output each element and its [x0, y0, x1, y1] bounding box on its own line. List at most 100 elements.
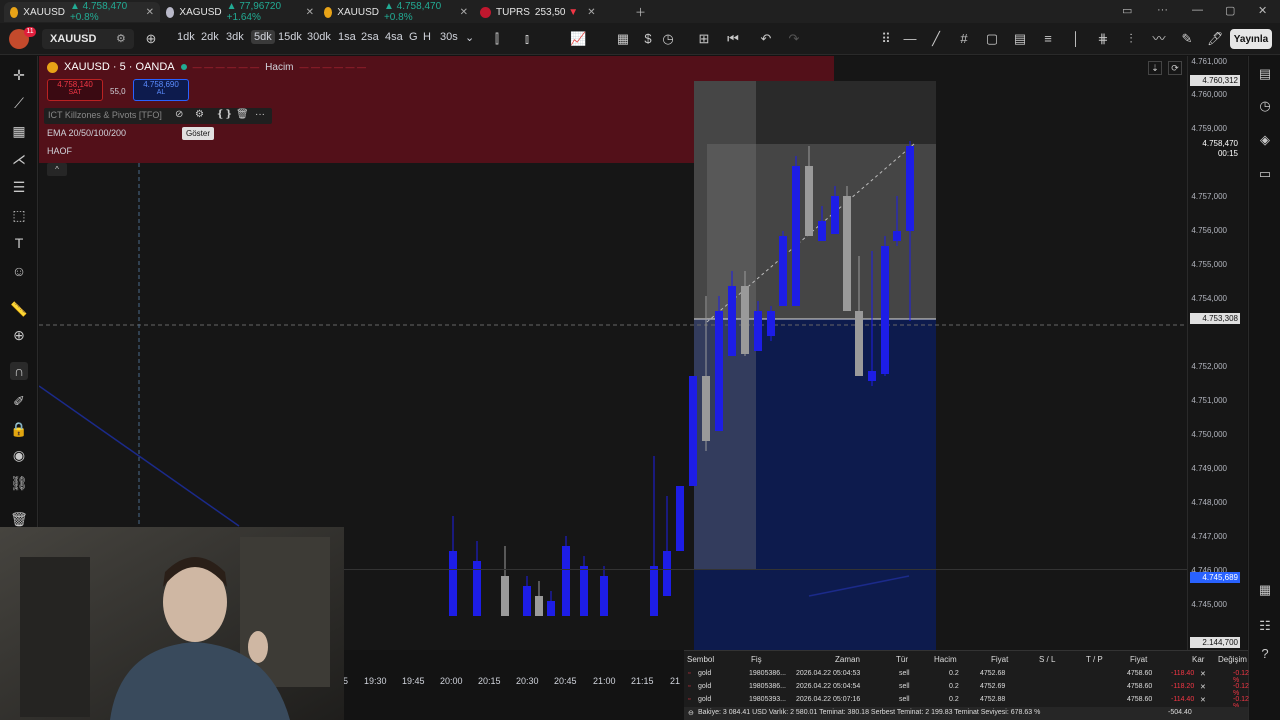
pitchfork-icon[interactable]: ⫶	[1123, 31, 1139, 47]
trash-icon[interactable]: 🗑	[236, 109, 249, 120]
publish-button[interactable]: Yayınla	[1230, 29, 1272, 49]
redo-icon[interactable]: ↷	[786, 31, 802, 47]
close-position-icon[interactable]: ✕	[1200, 683, 1206, 691]
replay-icon[interactable]: ⏮	[725, 31, 741, 47]
column-header[interactable]: Zaman	[835, 655, 860, 664]
zoom-icon[interactable]: ⊕	[10, 326, 28, 344]
source-code-icon[interactable]: ❴❵	[216, 109, 233, 120]
crosshair-icon[interactable]: ✛	[10, 66, 28, 84]
buy-button[interactable]: 4.758,690 AL	[133, 79, 189, 101]
watchlist-icon[interactable]: ▤	[1257, 66, 1273, 82]
pen-icon[interactable]: 🖊	[1207, 31, 1224, 47]
fib-retracement-icon[interactable]: ☰	[10, 178, 28, 196]
indicators-icon[interactable]: 📈	[570, 31, 586, 47]
layout-grid-icon[interactable]: ▦	[615, 31, 631, 47]
column-header[interactable]: Hacim	[934, 655, 957, 664]
line-tool-icon[interactable]: ⟋	[10, 94, 28, 112]
indicator-haof[interactable]: HAOF	[47, 146, 72, 156]
chevron-down-icon[interactable]: ⌄	[465, 31, 474, 44]
trash-icon[interactable]: 🗑	[10, 510, 28, 528]
interval-G[interactable]: G	[409, 31, 418, 43]
table-row[interactable]: ▫ gold 19805386... 2026.04.22 05:04:53 sell 0…	[684, 669, 1249, 684]
column-header[interactable]: Fiyat	[1130, 655, 1147, 664]
column-header[interactable]: Kar	[1192, 655, 1204, 664]
fib-tool-icon[interactable]: ≡	[1040, 31, 1056, 47]
add-symbol-icon[interactable]: ⊕	[143, 31, 159, 47]
close-position-icon[interactable]: ✕	[1200, 670, 1206, 678]
column-header[interactable]: Fiyat	[991, 655, 1008, 664]
notes-icon[interactable]: ☷	[1257, 618, 1273, 634]
legend-title[interactable]: XAUUSD · 5 · OANDA	[64, 61, 175, 73]
collapse-legend-button[interactable]: ^	[47, 163, 67, 176]
undo-icon[interactable]: ↶	[758, 31, 774, 47]
emoji-icon[interactable]: ☺	[10, 262, 28, 280]
vertical-line-icon[interactable]: │	[1068, 31, 1084, 47]
lock-icon[interactable]: 🔒	[10, 420, 28, 438]
scroll-down-icon[interactable]: ⇣	[1148, 61, 1162, 75]
clock-icon[interactable]: ◷	[660, 31, 676, 47]
column-header[interactable]: Tür	[896, 655, 908, 664]
table-tool-icon[interactable]: ▤	[1012, 31, 1028, 47]
bar-style-icon[interactable]: ⫾	[519, 31, 535, 47]
maximize-icon[interactable]: ▢	[1225, 4, 1235, 17]
grid-icon[interactable]: ▦	[10, 122, 28, 140]
interval-30dk[interactable]: 30dk	[307, 31, 331, 43]
magnet-icon[interactable]: ∩	[10, 362, 28, 380]
column-header[interactable]: Sembol	[687, 655, 714, 664]
grid-tool-icon[interactable]: #	[956, 31, 972, 47]
alert-icon[interactable]: ⊞	[696, 31, 712, 47]
more-icon[interactable]: ···	[255, 109, 265, 120]
interval-1dk[interactable]: 1dk	[177, 31, 195, 43]
interval-2sa[interactable]: 2sa	[361, 31, 379, 43]
tab-tuprs[interactable]: TUPRS 253,50 ▼ ✕	[474, 2, 630, 22]
new-tab-icon[interactable]: ＋	[635, 4, 646, 20]
refresh-icon[interactable]: ⟳	[1168, 61, 1182, 75]
close-icon[interactable]: ✕	[146, 7, 154, 18]
window-close-icon[interactable]: ✕	[1258, 4, 1267, 17]
sell-button[interactable]: 4.758,140 SAT	[47, 79, 103, 101]
table-row[interactable]: ▫ gold 19805393... 2026.04.22 05:07:16 sell 0…	[684, 695, 1249, 710]
close-position-icon[interactable]: ✕	[1200, 696, 1206, 704]
tab-xauusd-1[interactable]: XAUUSD ▲ 4.758,470 +0.8% ✕	[4, 1, 160, 23]
interval-3dk[interactable]: 3dk	[226, 31, 244, 43]
candle-style-icon[interactable]: ⫿	[489, 31, 505, 47]
text-tool-icon[interactable]: T	[10, 234, 28, 252]
tab-xagusd[interactable]: XAGUSD ▲ 77,96720 +1.64% ✕	[160, 1, 320, 23]
interval-5dk[interactable]: 5dk	[251, 30, 275, 44]
settings-icon[interactable]: ⚙	[195, 109, 204, 120]
interval-H[interactable]: H	[423, 31, 431, 43]
link-icon[interactable]: ⛓	[10, 474, 28, 492]
trend-line-icon[interactable]: ╱	[928, 31, 944, 47]
pattern-tool-icon[interactable]: ⋌	[10, 150, 28, 168]
interval-2dk[interactable]: 2dk	[201, 31, 219, 43]
calendar-icon[interactable]: ▦	[1257, 582, 1273, 598]
symbol-search[interactable]: XAUUSD ⚙	[42, 29, 134, 49]
minimize-icon[interactable]: —	[1192, 4, 1203, 16]
horizontal-line-icon[interactable]: —	[902, 31, 918, 47]
indicator-row-ict[interactable]: ICT Killzones & Pivots [TFO] ⊘ ⚙ ❴❵ 🗑 ··…	[44, 108, 272, 124]
drag-handle-icon[interactable]: ⠿	[878, 31, 894, 47]
currency-icon[interactable]: $	[640, 31, 656, 47]
draw-mode-icon[interactable]: ✐	[10, 392, 28, 410]
interval-15dk[interactable]: 15dk	[278, 31, 302, 43]
rectangle-tool-icon[interactable]: ▢	[984, 31, 1000, 47]
column-header[interactable]: Değişim	[1218, 655, 1247, 664]
shape-tool-icon[interactable]: ⬚	[10, 206, 28, 224]
column-header[interactable]: T / P	[1086, 655, 1103, 664]
parallel-channel-icon[interactable]: ⋕	[1095, 31, 1111, 47]
chat-icon[interactable]: ▭	[1257, 166, 1273, 182]
settings-icon[interactable]: ⚙	[116, 32, 126, 45]
interval-4sa[interactable]: 4sa	[385, 31, 403, 43]
close-icon[interactable]: ✕	[460, 7, 468, 18]
table-row[interactable]: ▫ gold 19805386... 2026.04.22 05:04:54 sell 0…	[684, 682, 1249, 697]
indicator-ema[interactable]: EMA 20/50/100/200	[47, 128, 126, 138]
help-icon[interactable]: ?	[1257, 646, 1273, 662]
interval-1sa[interactable]: 1sa	[338, 31, 356, 43]
pattern-icon[interactable]: 〰	[1151, 31, 1167, 47]
ruler-icon[interactable]: 📏	[10, 300, 28, 318]
column-header[interactable]: Fiş	[751, 655, 762, 664]
eye-icon[interactable]: ◉	[10, 446, 28, 464]
interval-30s[interactable]: 30s	[440, 31, 458, 43]
layers-icon[interactable]: ◈	[1257, 132, 1273, 148]
close-icon[interactable]: ✕	[306, 7, 314, 18]
